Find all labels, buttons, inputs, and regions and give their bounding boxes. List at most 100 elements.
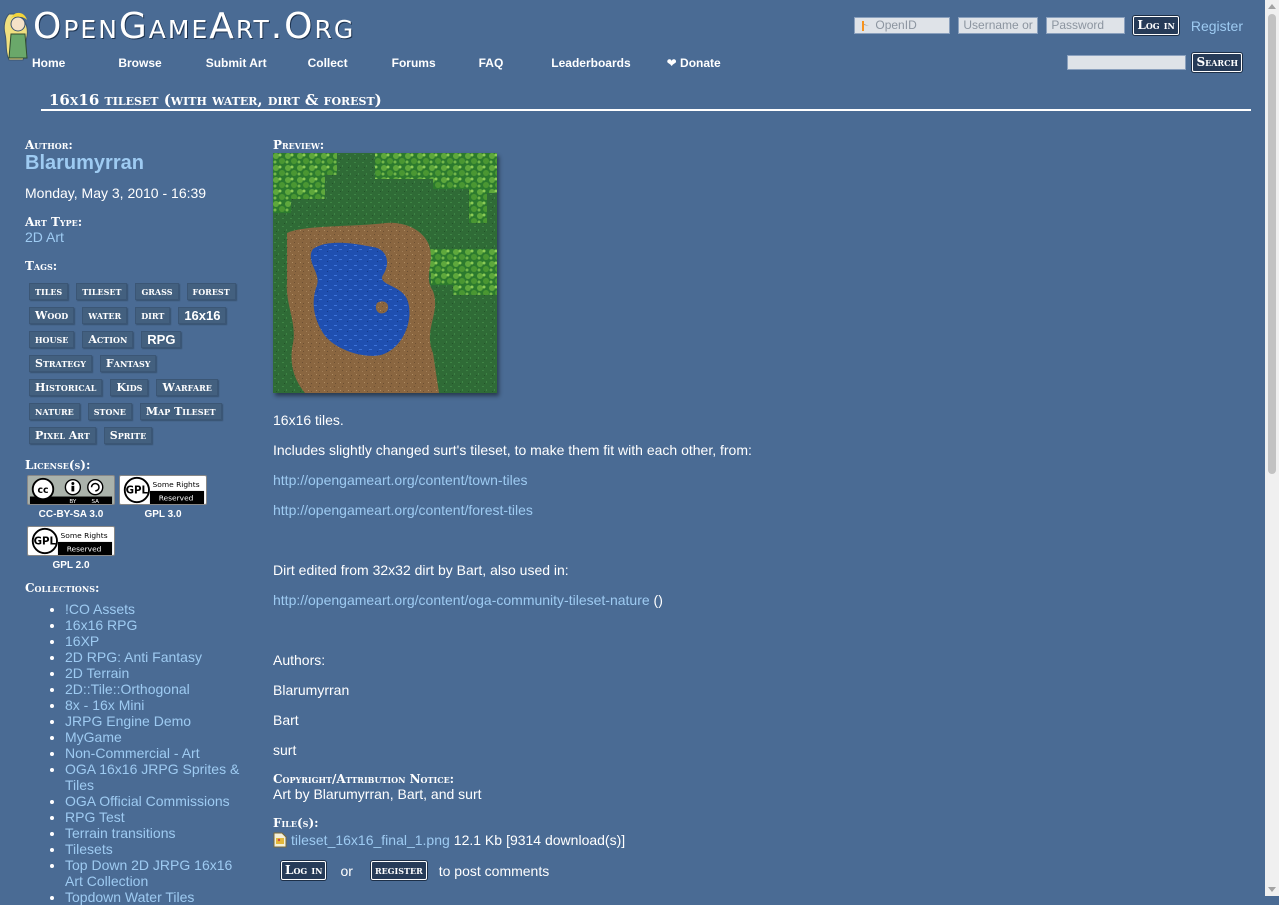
tag[interactable]: Strategy [29,354,92,372]
nav-donate[interactable]: ❤ Donate [643,55,733,71]
badge-reserved-text: Reserved [159,493,194,502]
tag[interactable]: Fantasy [99,354,157,372]
badge-some-rights-text: Some Rights [153,480,200,489]
tag[interactable]: stone [87,402,132,420]
nav-faq[interactable]: FAQ [448,55,516,71]
openid-field[interactable]: OpenID [854,17,951,34]
page-scrollbar[interactable] [1265,0,1279,896]
gpl-icon[interactable]: GPL Some Rights Reserved [27,526,115,556]
mascot-logo-icon[interactable] [1,8,35,62]
description-line: Dirt edited from 32x32 dirt by Bart, als… [273,562,569,578]
tag[interactable]: dirt [135,306,171,324]
collection-item[interactable]: Tilesets [65,841,245,857]
license-gpl3[interactable]: GPL Some Rights Reserved GPL 3.0 [117,475,209,520]
tag-row: house Action RPG [29,327,245,351]
comment-register-button[interactable]: register [370,861,427,880]
nav-leaderboards[interactable]: Leaderboards [515,55,642,71]
badge-cc-text: cc [37,485,48,496]
tag-row: tiles tileset grass forest [29,279,245,303]
tag-row: Wood water dirt 16x16 [29,303,245,327]
tag[interactable]: Kids [110,378,149,396]
collection-item[interactable]: !CO Assets [65,601,245,617]
tag[interactable]: Pixel Art [29,426,96,444]
collection-item[interactable]: 2D Terrain [65,665,245,681]
sidebar: Author: Blarumyrran Monday, May 3, 2010 … [25,138,245,905]
collection-item[interactable]: 2D::Tile::Orthogonal [65,681,245,697]
collection-item[interactable]: JRPG Engine Demo [65,713,245,729]
license-name: GPL 3.0 [144,509,182,520]
file-row: tileset_16x16_final_1.png 12.1 Kb [9314 … [273,832,1253,848]
nav-browse[interactable]: Browse [77,55,173,71]
description-line: http://opengameart.org/content/oga-commu… [273,592,1253,608]
source-link-forest-tiles[interactable]: http://opengameart.org/content/forest-ti… [273,502,1253,518]
tag[interactable]: water [82,306,128,324]
source-link-nature-tileset[interactable]: http://opengameart.org/content/oga-commu… [273,592,650,608]
comment-login-button[interactable]: Log in [281,861,327,880]
nav-forums[interactable]: Forums [360,55,448,71]
tag[interactable]: nature [29,402,80,420]
collection-item[interactable]: Topdown Water Tiles [65,889,245,905]
collection-item[interactable]: 16x16 RPG [65,617,245,633]
license-name: GPL 2.0 [52,560,90,571]
tag[interactable]: grass [135,282,179,300]
collection-item[interactable]: 8x - 16x Mini [65,697,245,713]
collection-item[interactable]: OGA Official Commissions [65,793,245,809]
login-bar: OpenID Username or Password Log in Regis… [854,16,1243,35]
openid-placeholder: OpenID [875,18,917,32]
tag[interactable]: Wood [29,306,75,324]
tag[interactable]: Warfare [156,378,218,396]
cc-by-sa-icon[interactable]: cc BY SA [27,475,115,505]
author-link[interactable]: Blarumyrran [25,152,245,174]
tag[interactable]: house [29,330,75,348]
nav-collect[interactable]: Collect [279,55,360,71]
license-cc-by-sa[interactable]: cc BY SA CC-BY-SA 3.0 [25,475,117,520]
scroll-thumb[interactable] [1268,14,1276,474]
tag[interactable]: Action [82,330,134,348]
register-link[interactable]: Register [1191,18,1243,34]
preview-image[interactable] [273,153,497,393]
file-download-link[interactable]: tileset_16x16_final_1.png [291,832,450,848]
gpl-icon[interactable]: GPL Some Rights Reserved [119,475,207,505]
author-name: Bart [273,712,299,728]
nav-home[interactable]: Home [20,55,77,71]
site-name[interactable]: OpenGameArt.Org [33,6,355,47]
source-link-town-tiles[interactable]: http://opengameart.org/content/town-tile… [273,472,1253,488]
search-button[interactable]: Search [1192,53,1242,72]
license-gpl2[interactable]: GPL Some Rights Reserved GPL 2.0 [25,526,117,571]
page-title: 16x16 tileset (with water, dirt & forest… [49,91,382,109]
tag-row: Pixel Art Sprite [29,423,245,447]
collection-item[interactable]: OGA 16x16 JRPG Sprites & Tiles [65,761,245,793]
scroll-up-icon[interactable] [1268,4,1276,9]
collection-item[interactable]: 16XP [65,633,245,649]
scroll-down-icon[interactable] [1268,887,1276,892]
collection-item[interactable]: 2D RPG: Anti Fantasy [65,649,245,665]
tag[interactable]: 16x16 [178,306,227,324]
art-type-link[interactable]: 2D Art [25,229,245,245]
username-field[interactable]: Username or [958,17,1039,34]
main-nav: Home Browse Submit Art Collect Forums FA… [20,55,733,71]
tag[interactable]: Sprite [103,426,153,444]
image-file-icon [273,832,287,848]
collection-item[interactable]: Top Down 2D JRPG 16x16 Art Collection [65,857,245,889]
collection-item[interactable]: Non-Commercial - Art [65,745,245,761]
site-header: OpenGameArt.Org OpenID Username or Passw… [0,0,1265,78]
login-button[interactable]: Log in [1133,16,1179,35]
tileset-preview-image[interactable] [273,153,497,393]
tag[interactable]: forest [186,282,236,300]
tag[interactable]: RPG [141,330,182,348]
author-name: Blarumyrran [273,682,350,698]
openid-icon [862,21,870,31]
tag[interactable]: tiles [29,282,69,300]
tag[interactable]: Historical [29,378,103,396]
collection-item[interactable]: RPG Test [65,809,245,825]
collection-item[interactable]: MyGame [65,729,245,745]
license-name: CC-BY-SA 3.0 [38,509,104,520]
collection-item[interactable]: Terrain transitions [65,825,245,841]
post-comments-text: to post comments [438,862,550,879]
password-field[interactable]: Password [1046,17,1126,34]
search-bar: Search [1067,53,1242,72]
tag[interactable]: Map Tileset [139,402,222,420]
search-input[interactable] [1067,55,1187,70]
tag[interactable]: tileset [76,282,128,300]
nav-submit-art[interactable]: Submit Art [174,55,279,71]
